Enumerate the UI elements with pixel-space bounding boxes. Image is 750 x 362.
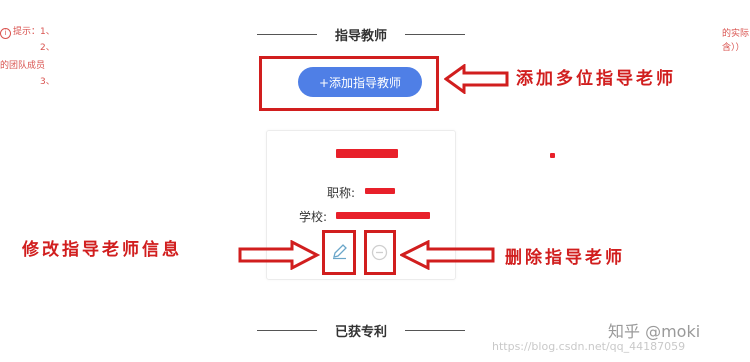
title-value-redacted bbox=[365, 188, 395, 194]
annotation-add-multiple: 添加多位指导老师 bbox=[516, 69, 676, 89]
section-divider-left bbox=[257, 34, 317, 35]
section-title-patent: 已获专利 bbox=[334, 325, 387, 340]
school-label: 学校: bbox=[299, 210, 328, 224]
red-marker bbox=[550, 153, 555, 158]
hint-line-4: 3、 bbox=[40, 77, 55, 87]
right-note-1: 的实际 bbox=[722, 29, 750, 39]
title-label: 职称: bbox=[327, 186, 356, 200]
minus-circle-icon[interactable] bbox=[371, 244, 388, 261]
arrow-icon-delete bbox=[400, 240, 495, 270]
watermark-url: https://blog.csdn.net/qq_44187059 bbox=[492, 340, 686, 353]
watermark-brand: 知乎 @moki bbox=[608, 322, 701, 341]
pencil-icon[interactable] bbox=[331, 243, 348, 260]
hint-line-1: i 提示：1、 bbox=[0, 26, 55, 39]
arrow-icon-add bbox=[444, 64, 509, 94]
info-icon: i bbox=[0, 28, 11, 39]
annotation-delete: 删除指导老师 bbox=[505, 248, 625, 268]
advisor-name-redacted bbox=[336, 149, 398, 158]
right-note-2: 含）） bbox=[722, 43, 745, 53]
hint-line-3: 的团队成员 bbox=[0, 61, 46, 71]
section-divider-right bbox=[405, 34, 465, 35]
annotation-edit-info: 修改指导老师信息 bbox=[22, 240, 182, 260]
section-divider-right-patent bbox=[405, 330, 465, 331]
school-value-redacted bbox=[336, 212, 430, 219]
add-advisor-button[interactable]: +添加指导教师 bbox=[298, 67, 422, 97]
arrow-icon-edit bbox=[238, 240, 320, 270]
section-title-advisor: 指导教师 bbox=[334, 29, 387, 44]
hint-line-2: 2、 bbox=[40, 43, 55, 53]
section-divider-left-patent bbox=[257, 330, 317, 331]
